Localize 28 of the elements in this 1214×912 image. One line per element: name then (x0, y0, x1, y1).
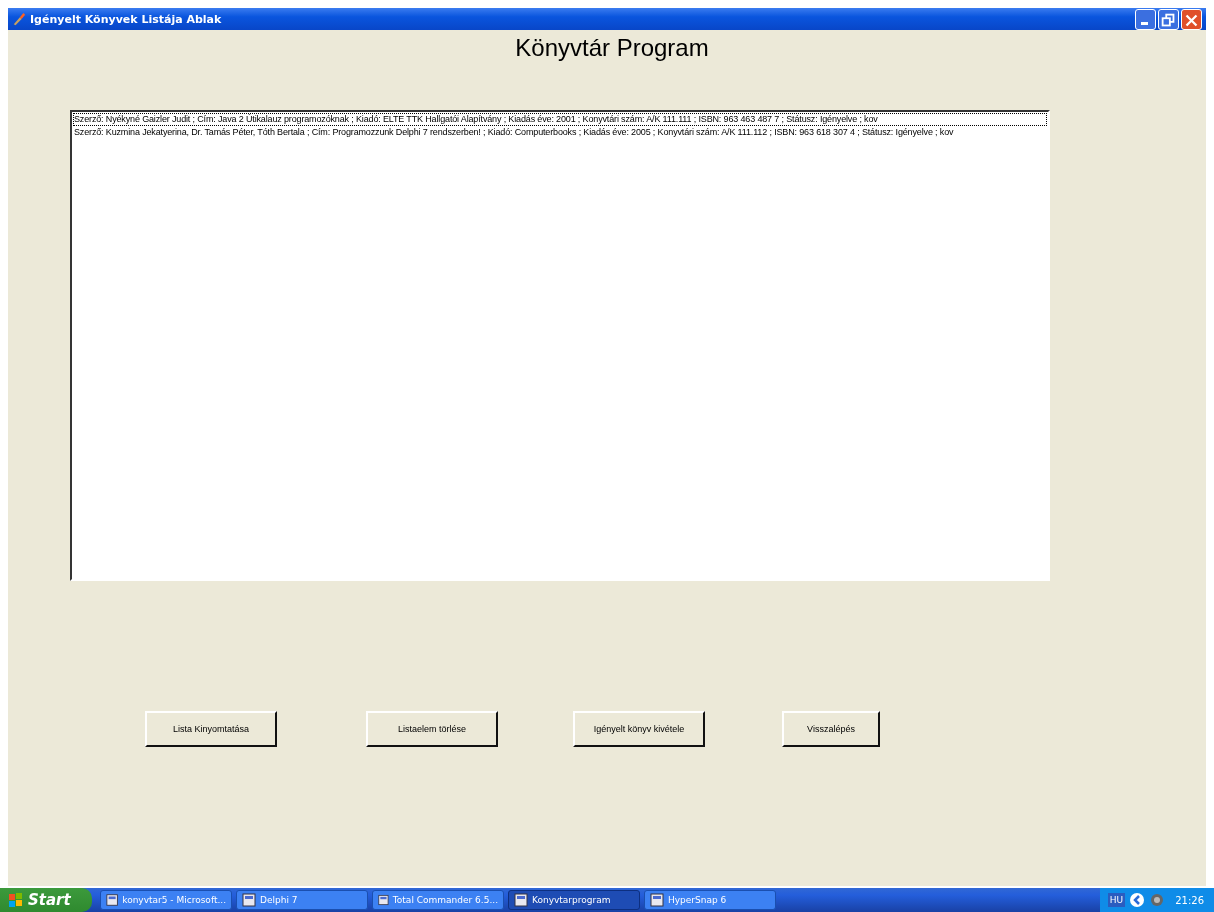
start-button[interactable]: Start (0, 888, 92, 912)
app-heading: Könyvtár Program (514, 34, 710, 62)
taskbar-button[interactable]: Total Commander 6.5... (372, 890, 504, 910)
window-icon (650, 893, 664, 907)
window-icon (106, 893, 119, 907)
torch-icon (12, 12, 26, 26)
taskbar-button[interactable]: Konyvtarprogram (508, 890, 640, 910)
action-button[interactable]: Lista Kinyomtatása (145, 711, 277, 747)
action-button[interactable]: Listaelem törlése (366, 711, 498, 747)
list-item[interactable]: Szerző: Kuzmina Jekatyerina, Dr. Tamás Péter, Tóth Bertala ; Cím: Programozzunk Delphi 7 rendszerben! ; Kiadó: Computerbooks ; Kiadás éve: 2005 ; Konyvtári szám: A/K 111.112 ; ISBN: 963 618 307 4 ; Státusz: Igényelve ; kov (73, 126, 1047, 139)
window-icon (514, 893, 528, 907)
language-indicator[interactable]: HU (1107, 893, 1126, 907)
minimize-icon (1141, 21, 1148, 25)
taskbar-button[interactable]: konyvtar5 - Microsoft... (100, 890, 232, 910)
windows-logo-icon (8, 892, 24, 908)
clock: 21:26 (1175, 894, 1204, 906)
window-title: Igényelt Könyvek Listája Ablak (30, 12, 223, 26)
close-button[interactable] (1181, 8, 1202, 30)
window-icon (242, 893, 256, 907)
chevron-icon[interactable] (1129, 892, 1146, 908)
restore-button[interactable] (1158, 8, 1179, 30)
taskbar-button[interactable]: HyperSnap 6 (644, 890, 776, 910)
action-button[interactable]: Visszalépés (782, 711, 880, 747)
action-button[interactable]: Igényelt könyv kivétele (573, 711, 705, 747)
taskbar-button[interactable]: Delphi 7 (236, 890, 368, 910)
list-item[interactable]: Szerző: Nyékyné Gaizler Judit ; Cím: Java 2 Útikalauz programozóknak ; Kiadó: ELTE TTK Hallgatói Alapítvány ; Kiadás éve: 2001 ; Konyvtári szám: A/K 111.111 ; ISBN: 963 463 487 7 ; Státusz: Igényelve ; kov (73, 113, 1047, 126)
window-icon (378, 893, 389, 907)
minimize-button[interactable] (1135, 8, 1156, 30)
